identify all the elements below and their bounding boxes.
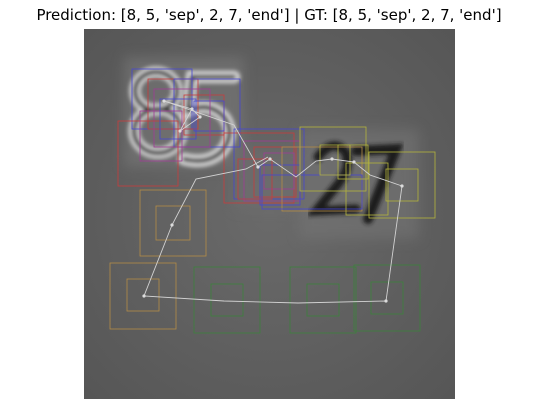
figure: Prediction: [8, 5, 'sep', 2, 7, 'end'] |… [0, 0, 538, 409]
attention-visualization [84, 29, 455, 399]
plot-title: Prediction: [8, 5, 'sep', 2, 7, 'end'] |… [36, 6, 502, 24]
